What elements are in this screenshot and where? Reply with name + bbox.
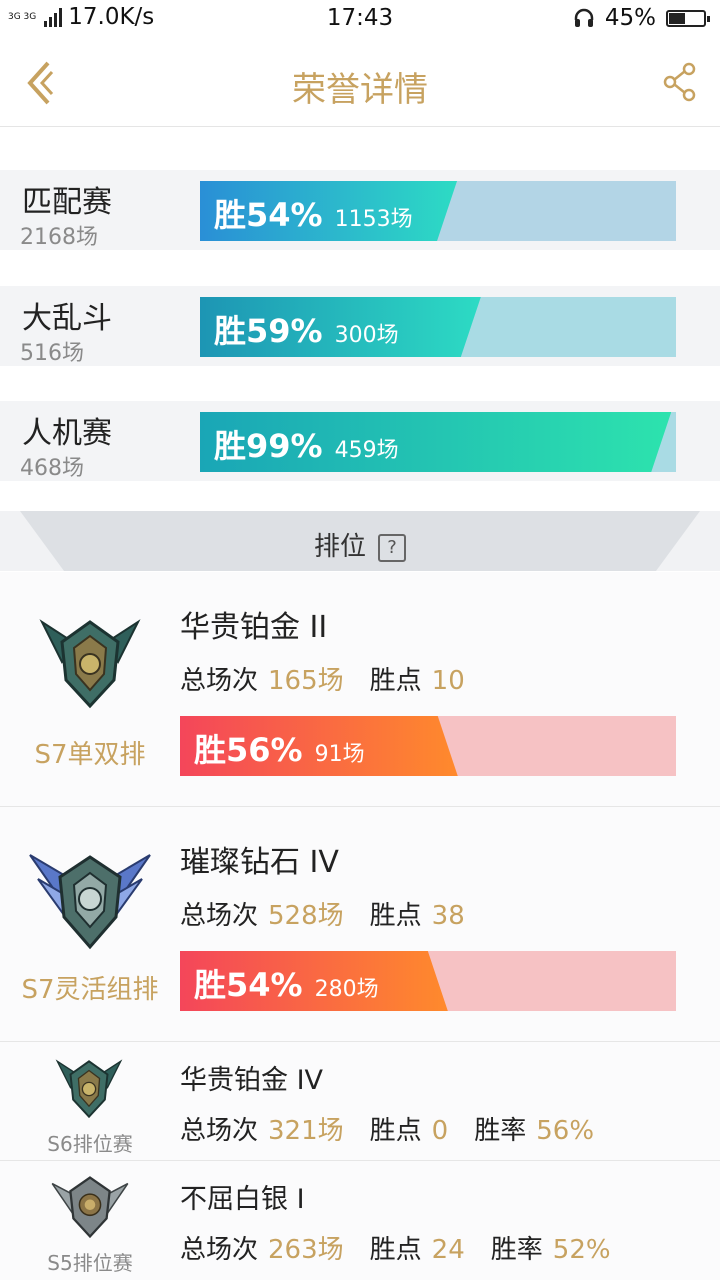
total-games-value: 321场 bbox=[268, 1116, 344, 1146]
win-games: 300场 bbox=[334, 323, 399, 348]
points-value: 24 bbox=[431, 1235, 465, 1265]
ranked-card-solo[interactable]: S7单双排 华贵铂金 II 总场次 165场 胜点 10 胜56% 91场 bbox=[0, 572, 720, 807]
tier-name: 不屈白银 I bbox=[180, 1184, 305, 1215]
ranked-win-label: 胜54% bbox=[194, 966, 303, 1004]
ranked-section-header: 排位? bbox=[0, 511, 720, 571]
win-rate-label: 胜率 bbox=[474, 1116, 527, 1146]
total-games-value: 528场 bbox=[268, 901, 344, 931]
battery-icon bbox=[666, 9, 710, 27]
ranked-title: 排位 bbox=[313, 532, 366, 562]
mode-row-matched[interactable]: 匹配赛 2168场 胜54% 1153场 bbox=[0, 181, 720, 250]
points-value: 38 bbox=[431, 901, 465, 931]
help-icon[interactable]: ? bbox=[378, 534, 406, 562]
ranked-history-s5[interactable]: S5排位赛 不屈白银 I 总场次 263场 胜点 24 胜率 52% bbox=[0, 1161, 720, 1280]
win-rate-bar: 胜59% 300场 bbox=[200, 297, 676, 357]
app-header: 荣誉详情 bbox=[0, 38, 720, 127]
points-value: 0 bbox=[431, 1116, 449, 1146]
mode-row-aram[interactable]: 大乱斗 516场 胜59% 300场 bbox=[0, 297, 720, 366]
win-rate-label: 胜率 bbox=[490, 1235, 543, 1265]
season-label: S7灵活组排 bbox=[21, 975, 159, 1005]
tier-name: 华贵铂金 IV bbox=[180, 1065, 324, 1096]
total-games-value: 263场 bbox=[268, 1235, 344, 1265]
win-rate-bar: 胜54% 1153场 bbox=[200, 181, 676, 241]
win-rate-label: 胜59% bbox=[214, 312, 323, 350]
ranked-win-games: 280场 bbox=[314, 977, 379, 1002]
season-label: S7单双排 bbox=[34, 740, 146, 770]
win-games: 459场 bbox=[334, 438, 399, 463]
win-rate-label: 胜99% bbox=[214, 427, 323, 465]
points-label: 胜点 bbox=[369, 666, 422, 696]
total-games-label: 总场次 bbox=[180, 1235, 259, 1265]
status-bar: 3G 3G 17.0K/s 17:43 45% bbox=[0, 0, 720, 38]
total-games-value: 165场 bbox=[268, 666, 344, 696]
points-label: 胜点 bbox=[369, 1116, 422, 1146]
mode-name: 人机赛 bbox=[22, 416, 112, 451]
total-games-label: 总场次 bbox=[180, 666, 259, 696]
battery-percent: 45% bbox=[604, 5, 656, 31]
mode-name: 匹配赛 bbox=[22, 185, 112, 220]
ranked-win-bar: 胜54% 280场 bbox=[180, 951, 676, 1011]
season-label: S5排位赛 bbox=[47, 1251, 133, 1275]
total-games-label: 总场次 bbox=[180, 901, 259, 931]
ranked-card-flex[interactable]: S7灵活组排 璀璨钻石 IV 总场次 528场 胜点 38 胜54% 280场 bbox=[0, 807, 720, 1042]
page-title: 荣誉详情 bbox=[292, 70, 428, 110]
win-rate-bar: 胜99% 459场 bbox=[200, 412, 676, 472]
tier-name: 璀璨钻石 IV bbox=[180, 845, 339, 880]
mode-total-games: 516场 bbox=[20, 341, 84, 366]
points-value: 10 bbox=[431, 666, 465, 696]
total-games-label: 总场次 bbox=[180, 1116, 259, 1146]
season-label: S6排位赛 bbox=[47, 1132, 133, 1156]
points-label: 胜点 bbox=[369, 1235, 422, 1265]
platinum-emblem-icon bbox=[39, 619, 141, 709]
mode-row-bots[interactable]: 人机赛 468场 胜99% 459场 bbox=[0, 412, 720, 481]
diamond-emblem-icon bbox=[29, 854, 151, 950]
points-label: 胜点 bbox=[369, 901, 422, 931]
mode-total-games: 468场 bbox=[20, 456, 84, 481]
win-games: 1153场 bbox=[334, 207, 413, 232]
share-icon[interactable] bbox=[662, 62, 698, 102]
battery-level bbox=[669, 12, 686, 24]
platinum-emblem-icon bbox=[55, 1059, 123, 1119]
win-rate-value: 56% bbox=[536, 1116, 595, 1146]
ranked-win-bar: 胜56% 91场 bbox=[180, 716, 676, 776]
win-rate-label: 胜54% bbox=[214, 196, 323, 234]
ranked-win-games: 91场 bbox=[314, 742, 365, 767]
win-rate-value: 52% bbox=[552, 1235, 611, 1265]
mode-total-games: 2168场 bbox=[20, 225, 98, 250]
mode-name: 大乱斗 bbox=[22, 301, 112, 336]
silver-emblem-icon bbox=[51, 1176, 129, 1239]
tier-name: 华贵铂金 II bbox=[180, 610, 328, 645]
ranked-history-s6[interactable]: S6排位赛 华贵铂金 IV 总场次 321场 胜点 0 胜率 56% bbox=[0, 1042, 720, 1161]
ranked-win-label: 胜56% bbox=[194, 731, 303, 769]
headset-icon bbox=[574, 8, 594, 27]
